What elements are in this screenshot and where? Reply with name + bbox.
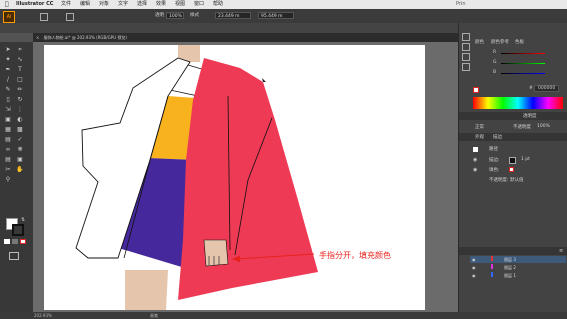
opacity-row: 不透明度: 默认值 xyxy=(489,178,524,183)
layers-header xyxy=(459,247,567,255)
stroke-swatch-icon[interactable] xyxy=(509,157,516,164)
hand xyxy=(203,239,229,267)
layer-row[interactable]: ◉ 图层 1 xyxy=(470,272,566,279)
channel-r-label: R xyxy=(493,50,497,55)
skin-leg xyxy=(125,270,168,310)
stroke-label: 描边: xyxy=(489,158,500,163)
layer-name[interactable]: 图层 2 xyxy=(504,265,516,270)
tab-swatches[interactable]: 色板 xyxy=(515,39,524,45)
brushes-icon[interactable] xyxy=(462,53,470,61)
appearance-title: 路径 xyxy=(489,147,498,152)
eye-icon-fill[interactable]: ◉ xyxy=(473,167,477,173)
red-jacket-right xyxy=(178,58,318,300)
path-swatch xyxy=(473,147,478,152)
layer-color-blue xyxy=(490,272,493,277)
color-spectrum[interactable] xyxy=(473,97,563,109)
green-slider[interactable] xyxy=(501,63,545,64)
eye-icon[interactable]: ◉ xyxy=(472,273,476,278)
tab-stroke[interactable]: 描边 xyxy=(493,134,502,140)
layer-name[interactable]: 图层 3 xyxy=(504,257,516,262)
cursor-icon xyxy=(262,78,266,82)
symbols-icon[interactable] xyxy=(462,63,470,71)
hex-prefix: # xyxy=(529,86,533,91)
libraries-icon[interactable] xyxy=(462,33,470,41)
layer-row[interactable]: ◉ 图层 2 xyxy=(470,264,566,271)
layer-color-red xyxy=(490,256,493,261)
eye-icon[interactable]: ◉ xyxy=(472,257,476,262)
hex-field[interactable]: 000000 xyxy=(534,85,560,92)
panel-icon-strip xyxy=(462,23,470,98)
channel-b-label: B xyxy=(493,70,497,75)
tab-color[interactable]: 颜色 xyxy=(475,39,484,45)
tab-transparency[interactable]: 透明度 xyxy=(523,113,537,119)
channel-g-label: G xyxy=(493,60,497,65)
current-tool: 画笔 xyxy=(150,313,158,318)
none-color-icon[interactable] xyxy=(473,87,479,93)
annotation-text: 手指分开，填充颜色 xyxy=(319,251,391,260)
layer-name[interactable]: 图层 1 xyxy=(504,273,516,278)
opacity-value[interactable]: 100% xyxy=(537,124,550,129)
tab-appearance[interactable]: 外观 xyxy=(475,134,484,140)
stroke-weight[interactable]: 1 pt xyxy=(521,157,530,162)
eye-icon[interactable]: ◉ xyxy=(472,265,476,270)
properties-icon[interactable] xyxy=(462,43,470,51)
layer-color-magenta xyxy=(490,264,493,269)
eye-icon-stroke[interactable]: ◉ xyxy=(473,157,477,163)
tab-color-guide[interactable]: 颜色参考 xyxy=(491,39,509,45)
blue-slider[interactable] xyxy=(501,73,545,74)
zoom-level[interactable]: 202.93% xyxy=(34,312,52,319)
blend-mode-select[interactable]: 正常 xyxy=(475,124,484,130)
red-slider[interactable] xyxy=(501,53,545,54)
fill-label: 填色: xyxy=(489,168,500,173)
fill-swatch-icon[interactable] xyxy=(509,167,514,172)
layers-menu-icon[interactable]: ≡ xyxy=(559,248,563,254)
status-bar: 202.93% 画笔 xyxy=(0,312,567,319)
opacity-label: 不透明度 xyxy=(513,125,531,130)
layer-row[interactable]: ◉ 图层 3 xyxy=(470,256,566,263)
transparency-header xyxy=(459,112,567,120)
